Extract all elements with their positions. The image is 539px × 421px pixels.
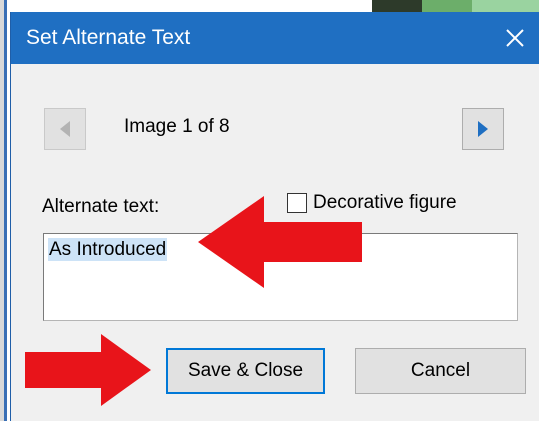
triangle-right-icon: [478, 121, 488, 137]
dialog-titlebar: Set Alternate Text: [11, 12, 539, 64]
screen: Set Alternate Text Image 1 of 8 Alternat…: [0, 0, 539, 421]
background-document-image: [372, 0, 539, 12]
save-and-close-button[interactable]: Save & Close: [166, 348, 325, 394]
next-image-button[interactable]: [462, 108, 504, 150]
alternate-text-label: Alternate text:: [42, 196, 160, 217]
close-icon: [506, 29, 524, 47]
alternate-text-value[interactable]: As Introduced: [48, 238, 168, 261]
close-button[interactable]: [490, 12, 539, 64]
image-counter: Image 1 of 8: [124, 116, 230, 137]
background-app-edge: [0, 0, 10, 421]
cancel-button[interactable]: Cancel: [355, 348, 526, 394]
red-arrow-icon: [25, 334, 151, 406]
red-arrow-icon: [198, 196, 362, 288]
triangle-left-icon: [60, 121, 70, 137]
previous-image-button[interactable]: [44, 108, 86, 150]
dialog-title: Set Alternate Text: [26, 26, 191, 49]
